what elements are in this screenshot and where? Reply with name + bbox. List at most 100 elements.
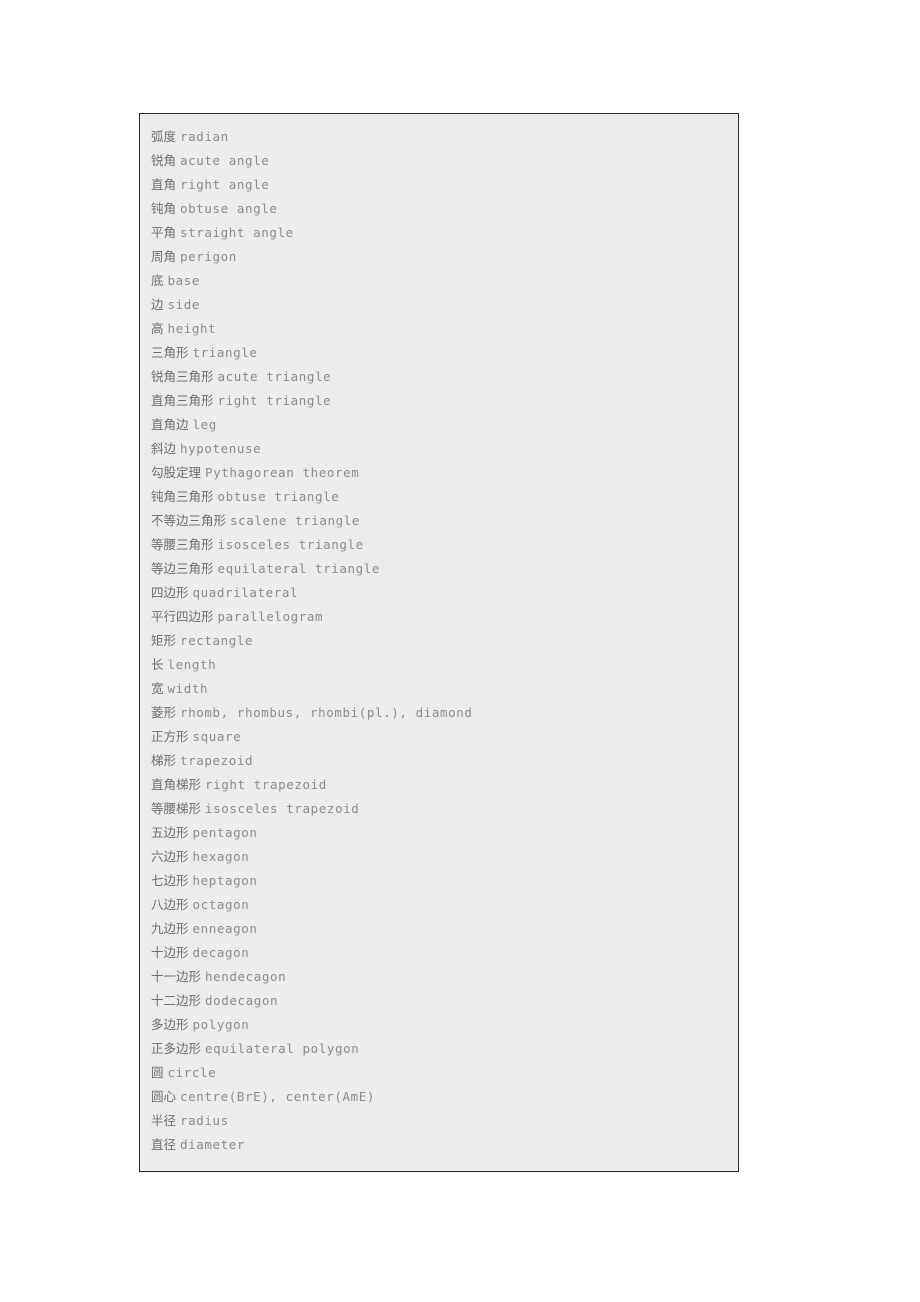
term-english: perigon [180,249,237,264]
term-english: radius [180,1113,229,1128]
term-english: circle [167,1065,217,1080]
term-chinese: 直角 [151,177,177,192]
term-chinese: 五边形 [151,825,189,840]
term-chinese: 边 [151,297,164,312]
term-chinese: 圆 [151,1065,164,1080]
term-chinese: 三角形 [151,345,189,360]
glossary-entry: 平角 straight angle [140,221,738,245]
glossary-entry: 十一边形 hendecagon [140,965,738,989]
glossary-entry: 十二边形 dodecagon [140,989,738,1013]
glossary-entry: 半径 radius [140,1109,738,1133]
term-chinese: 矩形 [151,633,177,648]
term-chinese: 半径 [151,1113,177,1128]
term-chinese: 多边形 [151,1017,189,1032]
term-english: heptagon [192,873,258,888]
term-chinese: 直径 [151,1137,177,1152]
term-english: Pythagorean theorem [205,465,360,480]
term-english: trapezoid [180,753,254,768]
term-chinese: 周角 [151,249,177,264]
term-english: radian [180,129,229,144]
glossary-entry: 直角边 leg [140,413,738,437]
term-english: obtuse triangle [217,489,340,504]
term-english: right trapezoid [205,777,327,792]
glossary-entry: 圆 circle [140,1061,738,1085]
glossary-entry: 勾股定理 Pythagorean theorem [140,461,738,485]
term-english: acute triangle [217,369,332,384]
term-chinese: 锐角三角形 [151,369,214,384]
glossary-entry: 八边形 octagon [140,893,738,917]
term-english: height [167,321,217,336]
glossary-entry: 锐角三角形 acute triangle [140,365,738,389]
term-english: equilateral triangle [217,561,381,576]
glossary-entry: 四边形 quadrilateral [140,581,738,605]
glossary-entry: 九边形 enneagon [140,917,738,941]
glossary-entry: 正多边形 equilateral polygon [140,1037,738,1061]
term-english: obtuse angle [180,201,278,216]
term-chinese: 四边形 [151,585,189,600]
glossary-entry: 菱形 rhomb, rhombus, rhombi(pl.), diamond [140,701,738,725]
term-english: hexagon [192,849,250,864]
term-chinese: 九边形 [151,921,189,936]
term-chinese: 平角 [151,225,177,240]
term-english: centre(BrE), center(AmE) [180,1089,376,1104]
term-chinese: 等边三角形 [151,561,214,576]
glossary-entry: 多边形 polygon [140,1013,738,1037]
term-chinese: 十一边形 [151,969,202,984]
document-page: 弧度 radian 锐角 acute angle 直角 right angle 钝角 obtu… [0,0,920,1302]
term-chinese: 正方形 [151,729,189,744]
term-english: enneagon [192,921,258,936]
term-chinese: 高 [151,321,164,336]
term-chinese: 平行四边形 [151,609,214,624]
glossary-entry: 圆心 centre(BrE), center(AmE) [140,1085,738,1109]
term-english: quadrilateral [192,585,299,600]
glossary-entry: 不等边三角形 scalene triangle [140,509,738,533]
term-english: pentagon [192,825,258,840]
term-english: parallelogram [217,609,324,624]
term-chinese: 六边形 [151,849,189,864]
glossary-entry: 宽 width [140,677,738,701]
glossary-entry: 长 length [140,653,738,677]
term-chinese: 直角三角形 [151,393,214,408]
term-english: acute angle [180,153,270,168]
term-chinese: 底 [151,273,164,288]
glossary-entry: 六边形 hexagon [140,845,738,869]
term-chinese: 八边形 [151,897,189,912]
term-chinese: 钝角 [151,201,177,216]
glossary-entry: 钝角 obtuse angle [140,197,738,221]
glossary-entry: 斜边 hypotenuse [140,437,738,461]
glossary-entry: 正方形 square [140,725,738,749]
glossary-entry: 底 base [140,269,738,293]
glossary-entry: 三角形 triangle [140,341,738,365]
glossary-entry: 边 side [140,293,738,317]
glossary-entry: 五边形 pentagon [140,821,738,845]
term-english: leg [192,417,217,432]
term-english: length [167,657,217,672]
term-english: equilateral polygon [205,1041,360,1056]
term-chinese: 梯形 [151,753,177,768]
glossary-entry: 周角 perigon [140,245,738,269]
term-english: rectangle [180,633,254,648]
term-chinese: 长 [151,657,164,672]
term-chinese: 十边形 [151,945,189,960]
term-english: right triangle [217,393,332,408]
glossary-entry: 十边形 decagon [140,941,738,965]
term-english: width [167,681,209,696]
glossary-entry: 等边三角形 equilateral triangle [140,557,738,581]
term-english: straight angle [180,225,294,240]
term-english: decagon [192,945,250,960]
term-chinese: 宽 [151,681,164,696]
term-chinese: 弧度 [151,129,177,144]
glossary-entry: 直角三角形 right triangle [140,389,738,413]
glossary-entry: 钝角三角形 obtuse triangle [140,485,738,509]
glossary-entry: 直径 diameter [140,1133,738,1157]
glossary-entry-list: 弧度 radian 锐角 acute angle 直角 right angle 钝角 obtu… [140,125,738,1157]
term-english: base [167,273,201,288]
glossary-entry: 弧度 radian [140,125,738,149]
glossary-entry: 矩形 rectangle [140,629,738,653]
term-english: right angle [180,177,270,192]
term-chinese: 直角梯形 [151,777,202,792]
term-english: hypotenuse [180,441,262,456]
glossary-entry: 直角梯形 right trapezoid [140,773,738,797]
term-chinese: 钝角三角形 [151,489,214,504]
term-chinese: 斜边 [151,441,177,456]
